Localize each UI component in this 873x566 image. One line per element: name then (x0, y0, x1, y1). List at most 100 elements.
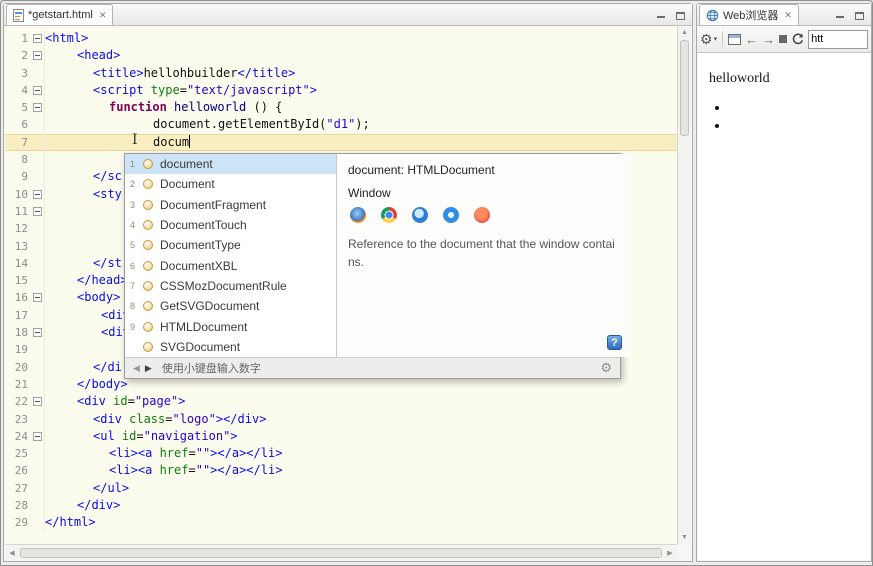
scroll-down-icon[interactable]: ▼ (678, 532, 691, 544)
completion-label: DocumentType (160, 238, 241, 252)
fold-column (31, 514, 45, 531)
scroll-up-icon[interactable]: ▲ (678, 27, 691, 39)
code-line[interactable]: 28</div> (5, 497, 677, 514)
refresh-icon (791, 33, 804, 46)
completion-label: Document (160, 177, 215, 191)
line-number: 14 (5, 255, 31, 272)
completion-item[interactable]: 6DocumentXBL (125, 255, 336, 275)
completion-item[interactable]: SVGDocument (125, 337, 336, 357)
code-text: <li><a href=""></a></li> (45, 462, 677, 479)
vertical-scroll-thumb[interactable] (680, 40, 689, 136)
code-line[interactable]: 23<div class="logo"></div> (5, 411, 677, 428)
code-line[interactable]: 29</html> (5, 514, 677, 531)
fold-column (31, 462, 45, 479)
completion-label: DocumentTouch (160, 218, 247, 232)
completion-item[interactable]: 1document (125, 154, 336, 174)
safari-browser-icon (443, 207, 459, 223)
completion-label: GetSVGDocument (160, 299, 259, 313)
code-line[interactable]: 24<ul id="navigation"> (5, 428, 677, 445)
code-line[interactable]: 5function helloworld () { (5, 99, 677, 116)
fold-column (31, 116, 45, 133)
maximize-icon[interactable] (673, 8, 687, 20)
popup-footer: ◀ ▶ 使用小键盘输入数字 ⚙ (125, 357, 620, 378)
next-page-icon[interactable]: ▶ (145, 363, 152, 374)
completion-item[interactable]: 2Document (125, 174, 336, 194)
code-line[interactable]: 1<html> (5, 30, 677, 47)
line-number: 15 (5, 272, 31, 289)
fold-toggle-icon[interactable] (31, 393, 45, 410)
fold-toggle-icon[interactable] (31, 47, 45, 64)
object-icon (143, 261, 153, 271)
code-line[interactable]: 3<title>hellohbuilder</title> (5, 65, 677, 82)
scroll-right-icon[interactable]: ▶ (663, 549, 677, 557)
browser-tab-bar: Web浏览器 ✕ (697, 4, 871, 26)
fold-column (31, 480, 45, 497)
fold-column (31, 255, 45, 272)
horizontal-scroll-thumb[interactable] (20, 548, 662, 558)
fold-toggle-icon[interactable] (31, 186, 45, 203)
editor-horizontal-scrollbar[interactable]: ◀ ▶ (5, 544, 677, 560)
tab-label: *getstart.html (28, 9, 93, 21)
code-line[interactable]: 27</ul> (5, 480, 677, 497)
minimize-icon[interactable] (654, 8, 668, 20)
minimize-icon[interactable] (833, 8, 847, 20)
line-number: 16 (5, 289, 31, 306)
doc-description: Reference to the document that the windo… (348, 235, 620, 271)
maximize-icon[interactable] (852, 8, 866, 20)
toolbar-divider (722, 31, 723, 47)
line-number: 17 (5, 307, 31, 324)
forward-button[interactable]: → (762, 33, 775, 46)
fold-toggle-icon[interactable] (31, 203, 45, 220)
doc-title: document: HTMLDocument (348, 163, 620, 177)
opera-browser-icon (474, 207, 490, 223)
completion-item[interactable]: 9HTMLDocument (125, 316, 336, 336)
fold-column (31, 307, 45, 324)
editor-vertical-scrollbar[interactable]: ▲ ▼ (677, 27, 691, 544)
ie-browser-icon (412, 207, 428, 223)
completion-item[interactable]: 8GetSVGDocument (125, 296, 336, 316)
close-tab-icon[interactable]: ✕ (99, 10, 107, 21)
code-line[interactable]: 25<li><a href=""></a></li> (5, 445, 677, 462)
code-line[interactable]: 26<li><a href=""></a></li> (5, 462, 677, 479)
numpad-key-label: 9 (130, 322, 139, 332)
code-line[interactable]: 22<div id="page"> (5, 393, 677, 410)
completion-item[interactable]: 5DocumentType (125, 235, 336, 255)
fold-toggle-icon[interactable] (31, 99, 45, 116)
browser-settings-button[interactable]: ⚙ ▾ (700, 31, 717, 48)
url-input[interactable] (808, 30, 868, 49)
panel-buttons (833, 8, 871, 25)
code-line[interactable]: 4<script type="text/javascript"> (5, 82, 677, 99)
code-line[interactable]: 6document.getElementById("d1"); (5, 116, 677, 133)
code-line[interactable]: 2<head> (5, 47, 677, 64)
stop-button[interactable] (779, 35, 787, 43)
fold-toggle-icon[interactable] (31, 289, 45, 306)
fold-toggle-icon[interactable] (31, 324, 45, 341)
fold-column (31, 497, 45, 514)
page-bullet-list (698, 100, 870, 136)
completion-item[interactable]: 4DocumentTouch (125, 215, 336, 235)
scroll-left-icon[interactable]: ◀ (5, 549, 19, 557)
browser-compat-icons (350, 207, 620, 223)
back-button[interactable]: ← (745, 33, 758, 46)
close-tab-icon[interactable]: ✕ (784, 10, 792, 21)
settings-gear-icon[interactable]: ⚙ (600, 360, 612, 376)
tab-web-browser[interactable]: Web浏览器 ✕ (699, 4, 799, 25)
line-number: 3 (5, 65, 31, 82)
help-icon[interactable]: ? (607, 335, 622, 350)
numpad-hint: 使用小键盘输入数字 (162, 360, 261, 376)
code-line[interactable]: 7docum (5, 134, 677, 151)
fold-toggle-icon[interactable] (31, 82, 45, 99)
code-text: <ul id="navigation"> (45, 428, 677, 445)
open-in-browser-button[interactable] (728, 34, 741, 45)
line-number: 20 (5, 359, 31, 376)
completion-label: CSSMozDocumentRule (160, 279, 287, 293)
completion-item[interactable]: 3DocumentFragment (125, 195, 336, 215)
tab-getstart-html[interactable]: *getstart.html ✕ (6, 4, 113, 25)
fold-column (31, 445, 45, 462)
code-text: <div id="page"> (45, 393, 677, 410)
prev-page-icon[interactable]: ◀ (133, 363, 140, 374)
fold-toggle-icon[interactable] (31, 30, 45, 47)
refresh-button[interactable] (791, 33, 804, 46)
fold-toggle-icon[interactable] (31, 428, 45, 445)
completion-item[interactable]: 7CSSMozDocumentRule (125, 276, 336, 296)
